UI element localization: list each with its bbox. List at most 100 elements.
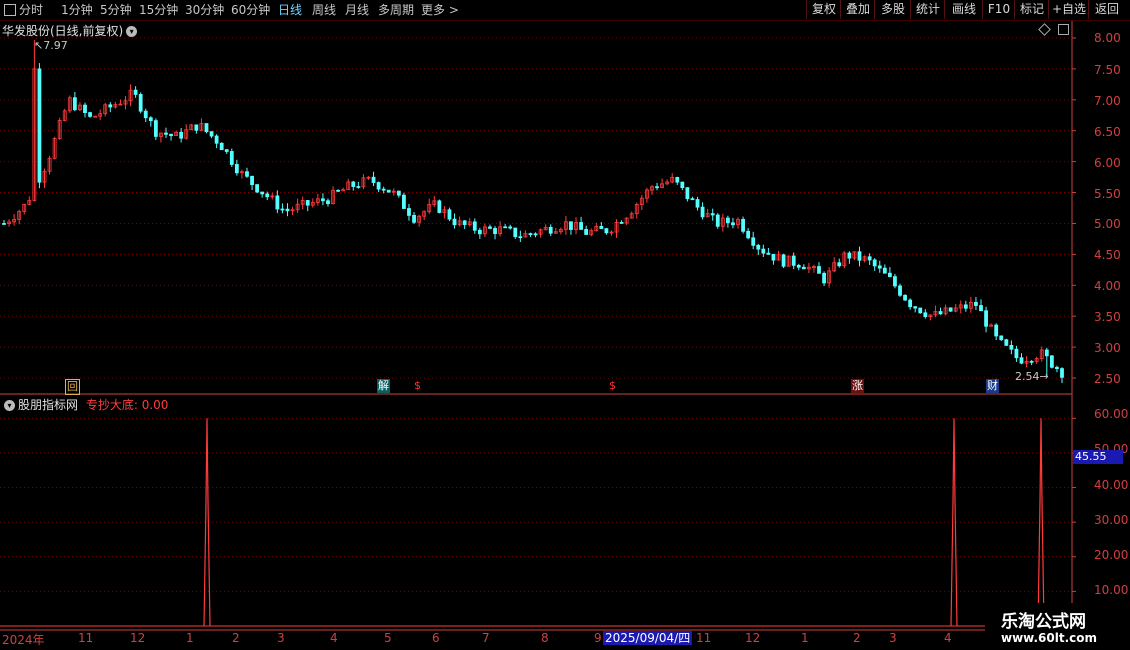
event-marker-cai[interactable]: 财: [986, 379, 999, 393]
candle-body: [138, 94, 143, 112]
candle-body: [336, 189, 341, 192]
candle-body: [877, 265, 882, 269]
period-tab-60min[interactable]: 60分钟: [231, 2, 270, 18]
period-tab-1min[interactable]: 1分钟: [61, 2, 93, 18]
candle-body: [1009, 344, 1014, 350]
candle-body: [796, 264, 801, 268]
candle-body: [133, 89, 138, 95]
candle-body: [857, 251, 862, 261]
multi-stock-button[interactable]: 多股: [874, 0, 911, 19]
candle-body: [108, 104, 113, 108]
period-tab-monthly[interactable]: 月线: [345, 2, 369, 18]
candle-body: [179, 131, 184, 139]
sub-y-tick: 60.00: [1094, 407, 1129, 421]
candle-body: [867, 256, 872, 261]
sub-y-tick: 20.00: [1094, 548, 1129, 562]
stock-title[interactable]: 华发股份(日线,前复权) ▾: [2, 22, 138, 39]
candle-body: [837, 262, 842, 267]
x-tick: 2: [232, 631, 240, 645]
y-tick: 6.50: [1094, 125, 1121, 139]
draw-line-button[interactable]: 画线: [944, 0, 983, 19]
candle-body: [148, 117, 153, 122]
x-tick: 7: [482, 631, 490, 645]
period-tab-more[interactable]: 更多 >: [421, 2, 459, 18]
candle-body: [356, 186, 361, 188]
back-button[interactable]: 返回: [1088, 0, 1125, 19]
y-tick: 3.50: [1094, 310, 1121, 324]
indicator-title[interactable]: ▾ 股朋指标网 专抄大底: 0.00: [4, 396, 168, 413]
y-tick: 5.00: [1094, 217, 1121, 231]
stock-title-text: 华发股份(日线,前复权): [2, 24, 124, 38]
candle-body: [194, 124, 199, 131]
candle-body: [488, 226, 492, 229]
mark-button[interactable]: 标记: [1014, 0, 1049, 19]
chevron-down-icon[interactable]: ▾: [126, 26, 138, 37]
candle-body: [569, 221, 573, 230]
x-tick: 4: [944, 631, 952, 645]
x-tick: 3: [889, 631, 897, 645]
y-tick: 5.50: [1094, 187, 1121, 201]
candle-body: [700, 206, 705, 218]
candle-body: [280, 208, 285, 211]
candle-body: [447, 209, 452, 220]
candle-body: [396, 190, 401, 196]
candle-body: [437, 200, 442, 213]
candle-body: [1029, 360, 1034, 363]
candle-body: [715, 214, 720, 227]
fuquan-button[interactable]: 复权: [806, 0, 841, 19]
period-tab-5min[interactable]: 5分钟: [100, 2, 132, 18]
chart-canvas[interactable]: [0, 0, 1130, 650]
sub-y-tick: 40.00: [1094, 478, 1129, 492]
chevron-down-icon[interactable]: ▾: [4, 400, 15, 411]
candle-body: [275, 195, 280, 210]
y-tick: 4.00: [1094, 279, 1121, 293]
candle-body: [234, 164, 239, 174]
period-tab-daily[interactable]: 日线: [278, 2, 302, 18]
indicator-value: 专抄大底: 0.00: [85, 398, 169, 412]
candle-body: [143, 110, 148, 119]
y-tick: 6.00: [1094, 156, 1121, 170]
f10-button[interactable]: F10: [982, 0, 1015, 19]
y-tick: 7.00: [1094, 94, 1121, 108]
candle-body: [386, 189, 391, 193]
candle-body: [913, 306, 918, 309]
period-tab-15min[interactable]: 15分钟: [139, 2, 178, 18]
candle-body: [893, 276, 897, 287]
candle-body: [938, 311, 943, 315]
event-marker-jie[interactable]: 解: [377, 379, 390, 393]
candle-body: [604, 228, 609, 234]
candle-body: [984, 310, 988, 327]
x-tick: 11: [696, 631, 712, 645]
selected-date-box: 2025/09/04/四: [603, 631, 693, 645]
candle-body: [1014, 348, 1019, 359]
candle-body: [771, 253, 776, 261]
period-tab-fenshi[interactable]: 分时: [19, 2, 43, 18]
candle-body: [164, 132, 168, 135]
event-marker-dollar[interactable]: $: [608, 379, 617, 393]
event-marker-dollar[interactable]: $: [413, 379, 422, 393]
candle-body: [741, 218, 745, 232]
candle-body: [260, 191, 265, 195]
candle-body: [923, 312, 928, 318]
candle-body: [1019, 357, 1024, 364]
event-marker-zhang[interactable]: 涨: [851, 379, 864, 393]
stats-button[interactable]: 统计: [910, 0, 945, 19]
event-marker-hui[interactable]: 回: [65, 379, 80, 395]
candle-body: [412, 214, 416, 223]
overlay-button[interactable]: 叠加: [840, 0, 875, 19]
candle-body: [1060, 368, 1064, 378]
candle-body: [250, 175, 254, 186]
candle-body: [999, 335, 1004, 341]
period-tab-weekly[interactable]: 周线: [312, 2, 336, 18]
menu-icon[interactable]: [4, 4, 16, 16]
window-icon[interactable]: [1058, 24, 1069, 35]
candle-body: [381, 188, 386, 191]
candle-body: [710, 213, 715, 216]
candle-body: [974, 301, 978, 306]
candle-body: [209, 131, 214, 137]
candle-body: [695, 199, 700, 208]
period-tab-multi[interactable]: 多周期: [378, 2, 414, 18]
x-tick: 11: [78, 631, 94, 645]
period-tab-30min[interactable]: 30分钟: [185, 2, 224, 18]
add-watchlist-button[interactable]: +自选: [1048, 0, 1089, 19]
